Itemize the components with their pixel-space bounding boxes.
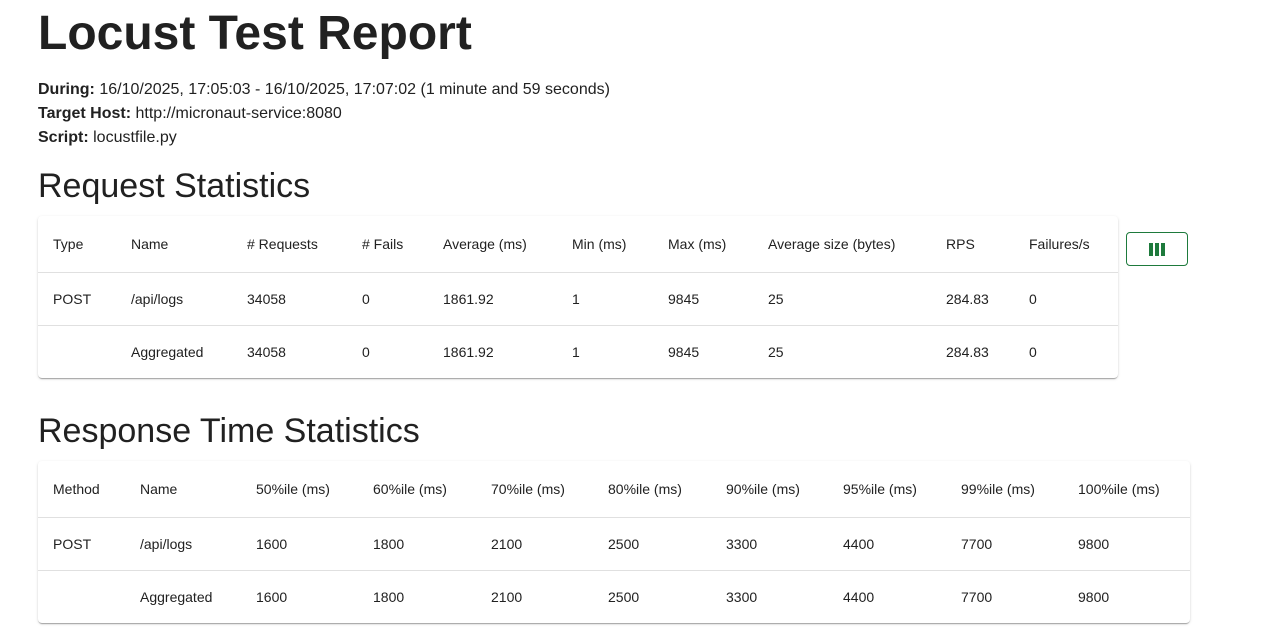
column-header[interactable]: Average size (bytes) xyxy=(753,216,931,273)
target-host-value: http://micronaut-service:8080 xyxy=(135,105,342,122)
column-header[interactable]: 99%ile (ms) xyxy=(946,461,1063,518)
table-cell: POST xyxy=(38,272,116,326)
table-cell: 2100 xyxy=(476,517,593,571)
request-statistics-table: Type Name # Requests # Fails Average (ms… xyxy=(38,216,1118,378)
view-column-icon xyxy=(1149,242,1153,256)
column-header[interactable]: Failures/s xyxy=(1014,216,1118,273)
column-header[interactable]: 95%ile (ms) xyxy=(828,461,946,518)
target-host-label: Target Host: xyxy=(38,105,132,122)
during-label: During: xyxy=(38,81,95,98)
column-header[interactable]: # Fails xyxy=(347,216,428,273)
table-cell: 284.83 xyxy=(946,344,989,360)
column-header[interactable]: Name xyxy=(116,216,232,273)
table-header-row: Method Name 50%ile (ms) 60%ile (ms) 70%i… xyxy=(38,461,1190,518)
response-time-statistics-table: Method Name 50%ile (ms) 60%ile (ms) 70%i… xyxy=(38,461,1190,623)
column-header[interactable]: 80%ile (ms) xyxy=(593,461,711,518)
column-header[interactable]: 100%ile (ms) xyxy=(1063,461,1190,518)
table-cell: 2100 xyxy=(491,589,523,605)
table-row: Aggregated 1600 1800 2100 2500 3300 4400… xyxy=(38,571,1190,624)
column-header[interactable]: 90%ile (ms) xyxy=(711,461,828,518)
column-header[interactable]: Max (ms) xyxy=(653,216,753,273)
table-cell: 1800 xyxy=(373,589,405,605)
table-cell: 3300 xyxy=(711,517,828,571)
table-cell: 25 xyxy=(768,344,784,360)
during-value: 16/10/2025, 17:05:03 - 16/10/2025, 17:07… xyxy=(99,81,610,98)
column-header[interactable]: Method xyxy=(38,461,125,518)
table-cell: 1 xyxy=(557,272,653,326)
table-cell xyxy=(38,571,125,624)
table-cell: 1861.92 xyxy=(443,344,494,360)
script-value: locustfile.py xyxy=(93,129,177,146)
table-cell: 2500 xyxy=(608,589,640,605)
table-cell: 25 xyxy=(753,272,931,326)
table-cell: 7700 xyxy=(961,589,993,605)
table-cell: 9800 xyxy=(1078,589,1110,605)
response-time-statistics-card: Method Name 50%ile (ms) 60%ile (ms) 70%i… xyxy=(38,461,1190,623)
table-cell: Aggregated xyxy=(131,344,204,360)
table-row: POST /api/logs 34058 0 1861.92 1 9845 25… xyxy=(38,272,1118,326)
table-cell: 34058 xyxy=(232,272,347,326)
table-cell: 0 xyxy=(1014,272,1118,326)
table-cell: 9800 xyxy=(1063,517,1190,571)
column-header[interactable]: Average (ms) xyxy=(428,216,557,273)
table-cell: 2500 xyxy=(593,517,711,571)
table-cell: 1800 xyxy=(358,517,476,571)
request-statistics-card: Type Name # Requests # Fails Average (ms… xyxy=(38,216,1118,378)
table-cell: 3300 xyxy=(726,589,758,605)
response-time-statistics-heading: Response Time Statistics xyxy=(38,412,420,450)
table-cell: 4400 xyxy=(828,517,946,571)
column-header[interactable]: 60%ile (ms) xyxy=(358,461,476,518)
table-header-row: Type Name # Requests # Fails Average (ms… xyxy=(38,216,1118,273)
select-columns-button[interactable] xyxy=(1126,232,1188,266)
table-row: POST /api/logs 1600 1800 2100 2500 3300 … xyxy=(38,517,1190,571)
page-title: Locust Test Report xyxy=(38,7,472,60)
table-cell: 7700 xyxy=(946,517,1063,571)
table-cell: 9845 xyxy=(668,344,700,360)
table-row: Aggregated 34058 0 1861.92 1 9845 25 284… xyxy=(38,326,1118,379)
during-row: During: 16/10/2025, 17:05:03 - 16/10/202… xyxy=(38,78,610,102)
table-cell: 4400 xyxy=(843,589,875,605)
table-cell: 0 xyxy=(362,344,370,360)
table-cell: 284.83 xyxy=(931,272,1014,326)
column-header[interactable]: Min (ms) xyxy=(557,216,653,273)
column-header[interactable]: # Requests xyxy=(232,216,347,273)
view-column-icon-bar xyxy=(1155,242,1159,256)
column-header[interactable]: RPS xyxy=(931,216,1014,273)
table-cell: /api/logs xyxy=(125,517,241,571)
script-label: Script: xyxy=(38,129,89,146)
column-header[interactable]: Type xyxy=(38,216,116,273)
table-cell: 0 xyxy=(1029,344,1037,360)
script-row: Script: locustfile.py xyxy=(38,126,610,150)
table-cell: 1861.92 xyxy=(428,272,557,326)
table-cell: 1 xyxy=(572,344,580,360)
table-cell: /api/logs xyxy=(116,272,232,326)
column-header[interactable]: Name xyxy=(125,461,241,518)
table-cell: 9845 xyxy=(653,272,753,326)
target-host-row: Target Host: http://micronaut-service:80… xyxy=(38,102,610,126)
request-statistics-heading: Request Statistics xyxy=(38,167,311,205)
table-cell: 34058 xyxy=(247,344,286,360)
table-cell: 0 xyxy=(347,272,428,326)
column-header[interactable]: 50%ile (ms) xyxy=(241,461,358,518)
table-cell: 1600 xyxy=(241,517,358,571)
report-page: Locust Test Report During: 16/10/2025, 1… xyxy=(0,0,1279,643)
table-cell: POST xyxy=(38,517,125,571)
table-cell: 1600 xyxy=(256,589,288,605)
view-column-icon-bar xyxy=(1161,242,1165,256)
report-meta: During: 16/10/2025, 17:05:03 - 16/10/202… xyxy=(38,78,610,150)
table-cell xyxy=(38,326,116,379)
table-cell: Aggregated xyxy=(140,589,213,605)
column-header[interactable]: 70%ile (ms) xyxy=(476,461,593,518)
